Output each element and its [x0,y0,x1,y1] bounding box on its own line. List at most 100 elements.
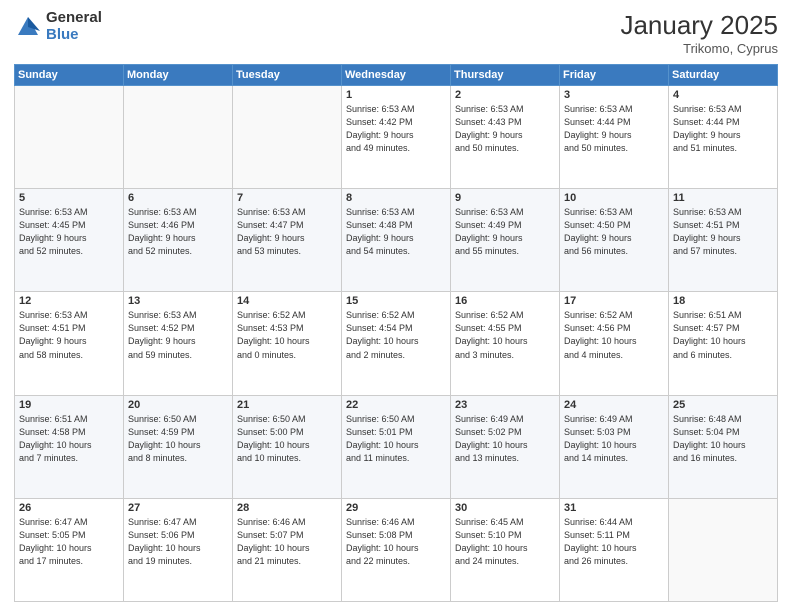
calendar-cell: 22 Sunrise: 6:50 AM Sunset: 5:01 PM Dayli… [342,395,451,498]
day-header-thursday: Thursday [451,65,560,86]
day-number: 21 [237,399,337,411]
day-number: 11 [673,192,773,204]
calendar-cell [124,86,233,189]
calendar-cell: 14Sunrise: 6:52 AM Sunset: 4:53 PM Dayli… [233,292,342,395]
day-info: Sunrise: 6:52 AM Sunset: 4:54 PM Dayligh… [346,309,446,361]
week-row-1: 1 Sunrise: 6:53 AM Sunset: 4:42 PM Daylig… [15,86,778,189]
day-number: 30 [455,502,555,514]
calendar-cell: 24 Sunrise: 6:49 AM Sunset: 5:03 PM Dayli… [560,395,669,498]
day-info: Sunrise: 6:53 AM Sunset: 4:51 PM Dayligh… [19,309,119,361]
day-number: 28 [237,502,337,514]
day-number: 17 [564,295,664,307]
calendar-cell: 13 Sunrise: 6:53 AM Sunset: 4:52 PM Dayli… [124,292,233,395]
calendar-cell: 3 Sunrise: 6:53 AM Sunset: 4:44 PM Daylig… [560,86,669,189]
calendar-cell: 6 Sunrise: 6:53 AM Sunset: 4:46 PM Daylig… [124,189,233,292]
day-info: Sunrise: 6:46 AM Sunset: 5:07 PM Dayligh… [237,516,337,568]
day-info: Sunrise: 6:51 AM Sunset: 4:58 PM Dayligh… [19,413,119,465]
calendar-cell: 17 Sunrise: 6:52 AM Sunset: 4:56 PM Dayli… [560,292,669,395]
day-header-monday: Monday [124,65,233,86]
day-info: Sunrise: 6:53 AM Sunset: 4:45 PM Dayligh… [19,206,119,258]
day-info: Sunrise: 6:53 AM Sunset: 4:46 PM Dayligh… [128,206,228,258]
day-number: 22 [346,399,446,411]
calendar-cell: 2 Sunrise: 6:53 AM Sunset: 4:43 PM Daylig… [451,86,560,189]
calendar-cell: 21 Sunrise: 6:50 AM Sunset: 5:00 PM Dayli… [233,395,342,498]
page: General Blue January 2025 Trikomo, Cypru… [0,0,792,612]
calendar-cell: 4Sunrise: 6:53 AM Sunset: 4:44 PM Daylig… [669,86,778,189]
calendar-cell: 20Sunrise: 6:50 AM Sunset: 4:59 PM Dayli… [124,395,233,498]
day-info: Sunrise: 6:52 AM Sunset: 4:56 PM Dayligh… [564,309,664,361]
day-number: 12 [19,295,119,307]
calendar-cell: 10Sunrise: 6:53 AM Sunset: 4:50 PM Dayli… [560,189,669,292]
day-info: Sunrise: 6:46 AM Sunset: 5:08 PM Dayligh… [346,516,446,568]
day-info: Sunrise: 6:51 AM Sunset: 4:57 PM Dayligh… [673,309,773,361]
calendar-cell: 5 Sunrise: 6:53 AM Sunset: 4:45 PM Daylig… [15,189,124,292]
week-row-5: 26 Sunrise: 6:47 AM Sunset: 5:05 PM Dayli… [15,498,778,601]
calendar-cell: 19 Sunrise: 6:51 AM Sunset: 4:58 PM Dayli… [15,395,124,498]
week-row-3: 12 Sunrise: 6:53 AM Sunset: 4:51 PM Dayli… [15,292,778,395]
day-header-sunday: Sunday [15,65,124,86]
title-block: January 2025 Trikomo, Cyprus [620,10,778,56]
logo-text: General Blue [46,10,102,43]
calendar-cell: 1 Sunrise: 6:53 AM Sunset: 4:42 PM Daylig… [342,86,451,189]
header: General Blue January 2025 Trikomo, Cypru… [14,10,778,56]
calendar-header-row: SundayMondayTuesdayWednesdayThursdayFrid… [15,65,778,86]
calendar-cell: 23 Sunrise: 6:49 AM Sunset: 5:02 PM Dayli… [451,395,560,498]
day-info: Sunrise: 6:53 AM Sunset: 4:51 PM Dayligh… [673,206,773,258]
day-info: Sunrise: 6:53 AM Sunset: 4:43 PM Dayligh… [455,103,555,155]
day-number: 24 [564,399,664,411]
calendar-cell: 16 Sunrise: 6:52 AM Sunset: 4:55 PM Dayli… [451,292,560,395]
day-info: Sunrise: 6:52 AM Sunset: 4:53 PM Dayligh… [237,309,337,361]
calendar-cell: 11 Sunrise: 6:53 AM Sunset: 4:51 PM Dayli… [669,189,778,292]
calendar-cell: 30 Sunrise: 6:45 AM Sunset: 5:10 PM Dayli… [451,498,560,601]
calendar-cell: 9 Sunrise: 6:53 AM Sunset: 4:49 PM Daylig… [451,189,560,292]
week-row-2: 5 Sunrise: 6:53 AM Sunset: 4:45 PM Daylig… [15,189,778,292]
day-number: 2 [455,89,555,101]
logo: General Blue [14,10,102,43]
day-number: 6 [128,192,228,204]
day-info: Sunrise: 6:53 AM Sunset: 4:42 PM Dayligh… [346,103,446,155]
day-number: 13 [128,295,228,307]
logo-general: General [46,10,102,27]
day-info: Sunrise: 6:44 AM Sunset: 5:11 PM Dayligh… [564,516,664,568]
day-info: Sunrise: 6:48 AM Sunset: 5:04 PM Dayligh… [673,413,773,465]
logo-icon [14,13,42,41]
day-number: 16 [455,295,555,307]
calendar-cell [233,86,342,189]
day-number: 15 [346,295,446,307]
calendar-cell: 7Sunrise: 6:53 AM Sunset: 4:47 PM Daylig… [233,189,342,292]
calendar-cell: 31Sunrise: 6:44 AM Sunset: 5:11 PM Dayli… [560,498,669,601]
day-info: Sunrise: 6:53 AM Sunset: 4:52 PM Dayligh… [128,309,228,361]
calendar-cell: 27 Sunrise: 6:47 AM Sunset: 5:06 PM Dayli… [124,498,233,601]
day-number: 1 [346,89,446,101]
day-number: 25 [673,399,773,411]
day-info: Sunrise: 6:50 AM Sunset: 5:01 PM Dayligh… [346,413,446,465]
week-row-4: 19 Sunrise: 6:51 AM Sunset: 4:58 PM Dayli… [15,395,778,498]
day-info: Sunrise: 6:49 AM Sunset: 5:02 PM Dayligh… [455,413,555,465]
day-info: Sunrise: 6:47 AM Sunset: 5:06 PM Dayligh… [128,516,228,568]
day-number: 5 [19,192,119,204]
day-info: Sunrise: 6:53 AM Sunset: 4:49 PM Dayligh… [455,206,555,258]
calendar-cell: 25 Sunrise: 6:48 AM Sunset: 5:04 PM Dayli… [669,395,778,498]
day-info: Sunrise: 6:53 AM Sunset: 4:44 PM Dayligh… [673,103,773,155]
day-info: Sunrise: 6:52 AM Sunset: 4:55 PM Dayligh… [455,309,555,361]
day-info: Sunrise: 6:53 AM Sunset: 4:44 PM Dayligh… [564,103,664,155]
month-year: January 2025 [620,10,778,41]
day-number: 3 [564,89,664,101]
day-number: 18 [673,295,773,307]
day-number: 19 [19,399,119,411]
day-info: Sunrise: 6:45 AM Sunset: 5:10 PM Dayligh… [455,516,555,568]
day-number: 9 [455,192,555,204]
calendar-cell: 12 Sunrise: 6:53 AM Sunset: 4:51 PM Dayli… [15,292,124,395]
day-info: Sunrise: 6:49 AM Sunset: 5:03 PM Dayligh… [564,413,664,465]
day-number: 26 [19,502,119,514]
day-info: Sunrise: 6:47 AM Sunset: 5:05 PM Dayligh… [19,516,119,568]
day-info: Sunrise: 6:50 AM Sunset: 5:00 PM Dayligh… [237,413,337,465]
day-number: 23 [455,399,555,411]
calendar-table: SundayMondayTuesdayWednesdayThursdayFrid… [14,64,778,602]
day-info: Sunrise: 6:53 AM Sunset: 4:48 PM Dayligh… [346,206,446,258]
day-number: 27 [128,502,228,514]
calendar-cell: 26 Sunrise: 6:47 AM Sunset: 5:05 PM Dayli… [15,498,124,601]
calendar-cell: 15 Sunrise: 6:52 AM Sunset: 4:54 PM Dayli… [342,292,451,395]
calendar-cell: 18 Sunrise: 6:51 AM Sunset: 4:57 PM Dayli… [669,292,778,395]
day-number: 8 [346,192,446,204]
